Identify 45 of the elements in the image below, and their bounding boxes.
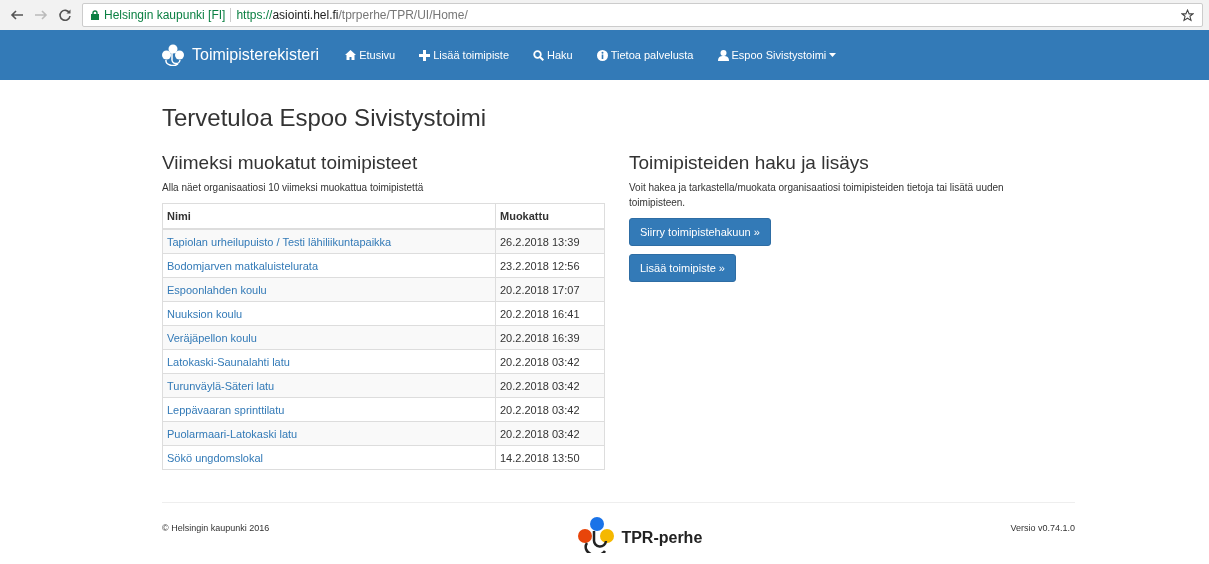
user-icon (717, 49, 729, 61)
logo-text: TPR-perhe (621, 529, 703, 547)
address-bar[interactable]: Helsingin kaupunki [FI] https://asiointi.hel.fi/tprperhe/TPR/UI/Home/ (82, 3, 1203, 27)
table-cell: 20.2.2018 03:42 (495, 421, 605, 446)
version-text: Versio v0.74.1.0 (1010, 523, 1075, 533)
back-icon[interactable] (10, 8, 24, 22)
table-cell: 26.2.2018 13:39 (495, 229, 605, 254)
nav-link[interactable]: Espoo Sivistystoimi (717, 49, 837, 61)
plus-icon (419, 49, 431, 61)
nav-link[interactable]: Tietoa palvelusta (596, 49, 694, 61)
section-heading: Toimipisteiden haku ja lisäys (629, 152, 870, 174)
place-link[interactable]: Bodomjarven matkaluistelurata (167, 259, 319, 272)
site-name: Helsingin kaupunki [FI] (104, 8, 226, 22)
place-link[interactable]: Leppävaaran sprinttilatu (167, 403, 285, 416)
table-cell: 20.2.2018 16:39 (495, 325, 605, 350)
nav-link[interactable]: Lisää toimipiste (419, 49, 510, 61)
star-icon[interactable] (1181, 8, 1194, 22)
section-description: Voit hakea ja tarkastella/muokata organisaatiosi toimipisteiden tietoja tai lisätä uuden toimipisteen. (629, 181, 1005, 210)
home-icon (345, 50, 357, 60)
table-cell: 14.2.2018 13:50 (495, 445, 605, 470)
copyright-text: © Helsingin kaupunki 2016 (162, 523, 270, 533)
section-description: Alla näet organisaatiosi 10 viimeksi muokattua toimipistettä (162, 181, 425, 195)
info-icon (596, 49, 608, 61)
place-link[interactable]: Latokaski-Saunalahti latu (167, 355, 290, 368)
logo-icon (162, 44, 184, 66)
action-button[interactable]: Siirry toimipistehakuun » (629, 218, 771, 246)
place-link[interactable]: Puolarmaari-Latokaski latu (167, 427, 298, 440)
place-link[interactable]: Nuuksion koulu (167, 307, 243, 320)
place-link[interactable]: Sökö ungdomslokal (167, 451, 263, 464)
search-icon (533, 49, 545, 61)
url-text: https://asiointi.hel.fi/tprperhe/TPR/UI/Home/ (236, 8, 468, 22)
action-button[interactable]: Lisää toimipiste » (629, 254, 736, 282)
place-link[interactable]: Veräjäpellon koulu (167, 331, 257, 344)
place-link[interactable]: Turunväylä-Säteri latu (167, 379, 275, 392)
table-cell: 20.2.2018 03:42 (495, 373, 605, 398)
reload-icon[interactable] (58, 8, 72, 22)
nav-link[interactable]: Etusivu (345, 49, 396, 61)
page-title: Tervetuloa Espoo Sivistystoimi (162, 104, 488, 132)
section-heading: Viimeksi muokatut toimipisteet (162, 152, 419, 174)
table-cell: 20.2.2018 17:07 (495, 277, 605, 302)
place-link[interactable]: Espoonlahden koulu (167, 283, 267, 296)
lock-icon (91, 10, 99, 20)
brand-link[interactable]: Toimipisterekisteri (162, 44, 320, 66)
nav-link[interactable]: Haku (533, 49, 573, 61)
place-link[interactable]: Tapiolan urheilupuisto / Testi lähiliikuntapaikka (167, 235, 392, 248)
